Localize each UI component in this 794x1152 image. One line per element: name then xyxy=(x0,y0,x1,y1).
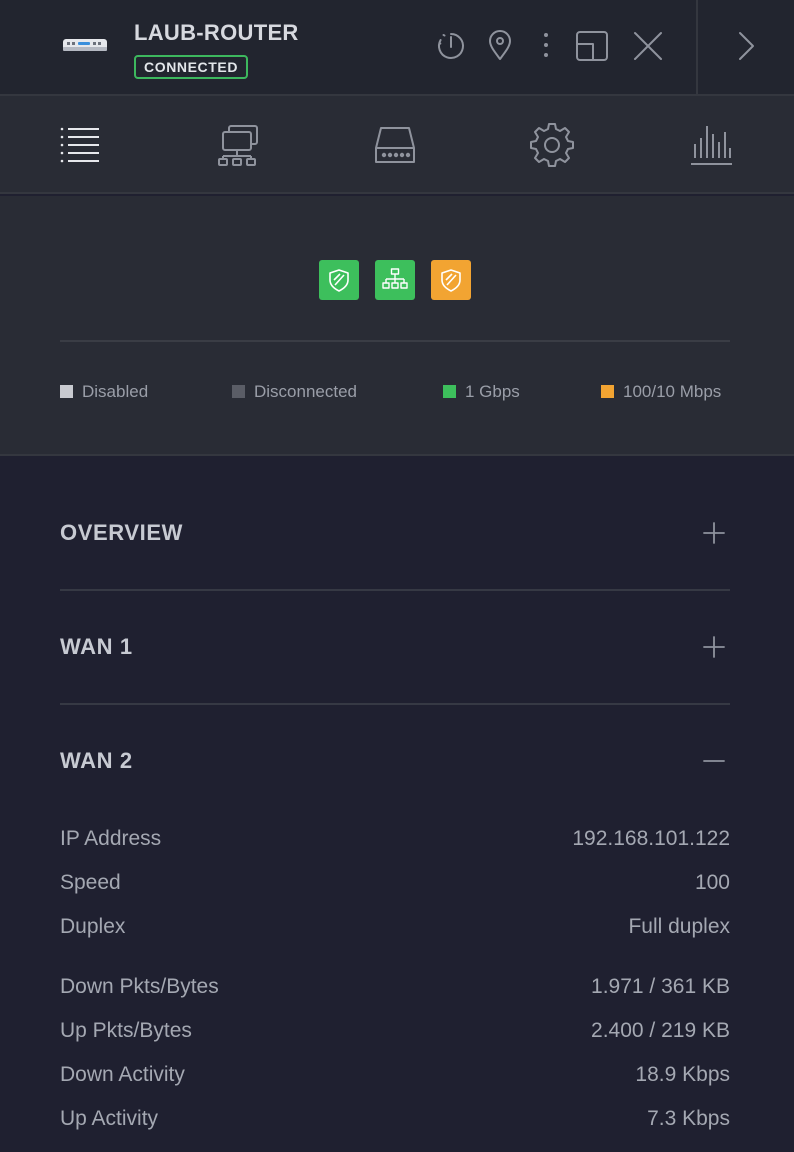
collapse-icon[interactable] xyxy=(702,749,726,773)
clients-tab[interactable] xyxy=(214,122,260,168)
statistics-tab[interactable] xyxy=(688,122,734,168)
close-icon[interactable] xyxy=(628,26,668,66)
legend-label: Disabled xyxy=(82,382,149,401)
row-label: Up Pkts/Bytes xyxy=(60,1019,192,1042)
section-divider xyxy=(60,589,730,591)
wan1-section-header[interactable]: WAN 1 xyxy=(60,628,730,668)
row-value: 100 xyxy=(694,871,730,894)
expand-icon[interactable] xyxy=(702,521,726,545)
legend-1gbps: 1 Gbps xyxy=(443,382,520,402)
chevron-right-icon[interactable] xyxy=(726,26,766,66)
wan2-speed-row: Speed 100 xyxy=(60,868,730,898)
legend-label: 1 Gbps xyxy=(465,382,520,401)
legend-swatch-1gbps xyxy=(443,385,456,398)
row-label: IP Address xyxy=(60,827,162,850)
row-value: 1.971 / 361 KB xyxy=(591,975,730,998)
legend-label: 100/10 Mbps xyxy=(623,382,722,401)
section-title: WAN 2 xyxy=(60,748,133,773)
ports-panel: Disabled Disconnected 1 Gbps 100/10 Mbps xyxy=(0,196,794,456)
tab-bar xyxy=(0,96,794,194)
more-icon[interactable] xyxy=(526,26,566,66)
row-label: Up Activity xyxy=(60,1107,159,1130)
wan2-up-activity-row: Up Activity 7.3 Kbps xyxy=(60,1104,730,1134)
legend-disabled: Disabled xyxy=(60,382,148,402)
wan2-ip-address-row: IP Address 192.168.101.122 xyxy=(60,824,730,854)
legend-100-10mbps: 100/10 Mbps xyxy=(601,382,721,402)
window-icon[interactable] xyxy=(572,26,612,66)
row-label: Duplex xyxy=(60,915,126,938)
router-device-icon xyxy=(62,36,108,54)
row-label: Speed xyxy=(60,871,121,894)
row-value: 7.3 Kbps xyxy=(647,1107,730,1130)
wan2-down-activity-row: Down Activity 18.9 Kbps xyxy=(60,1060,730,1090)
port-2[interactable] xyxy=(375,260,415,300)
section-divider xyxy=(60,703,730,705)
ports-divider xyxy=(60,340,730,342)
row-value: 18.9 Kbps xyxy=(635,1063,730,1086)
section-title: WAN 1 xyxy=(60,634,133,659)
wan2-duplex-row: Duplex Full duplex xyxy=(60,912,730,942)
details-tab[interactable] xyxy=(57,122,103,168)
header-divider xyxy=(696,0,698,94)
device-header: LAUB-ROUTER CONNECTED xyxy=(0,0,794,96)
row-value: Full duplex xyxy=(628,915,730,938)
expand-icon[interactable] xyxy=(702,635,726,659)
legend-label: Disconnected xyxy=(254,382,358,401)
restart-icon[interactable] xyxy=(431,26,471,66)
device-tab[interactable] xyxy=(372,122,418,168)
legend-swatch-100-10mbps xyxy=(601,385,614,398)
row-value: 192.168.101.122 xyxy=(572,827,730,850)
device-name: LAUB-ROUTER xyxy=(134,20,299,45)
row-label: Down Activity xyxy=(60,1063,185,1086)
port-3[interactable] xyxy=(431,260,471,300)
wan2-section-header[interactable]: WAN 2 xyxy=(60,742,730,782)
status-badge: CONNECTED xyxy=(134,55,249,79)
locate-icon[interactable] xyxy=(480,26,520,66)
row-label: Down Pkts/Bytes xyxy=(60,975,219,998)
overview-section-header[interactable]: OVERVIEW xyxy=(60,514,730,554)
section-title: OVERVIEW xyxy=(60,520,183,545)
settings-tab[interactable] xyxy=(529,122,575,168)
wan2-down-pkts-row: Down Pkts/Bytes 1.971 / 361 KB xyxy=(60,972,730,1002)
legend-swatch-disconnected xyxy=(232,385,245,398)
port-1[interactable] xyxy=(319,260,359,300)
row-value: 2.400 / 219 KB xyxy=(591,1019,730,1042)
legend-disconnected: Disconnected xyxy=(232,382,357,402)
legend-swatch-disabled xyxy=(60,385,73,398)
wan2-up-pkts-row: Up Pkts/Bytes 2.400 / 219 KB xyxy=(60,1016,730,1046)
